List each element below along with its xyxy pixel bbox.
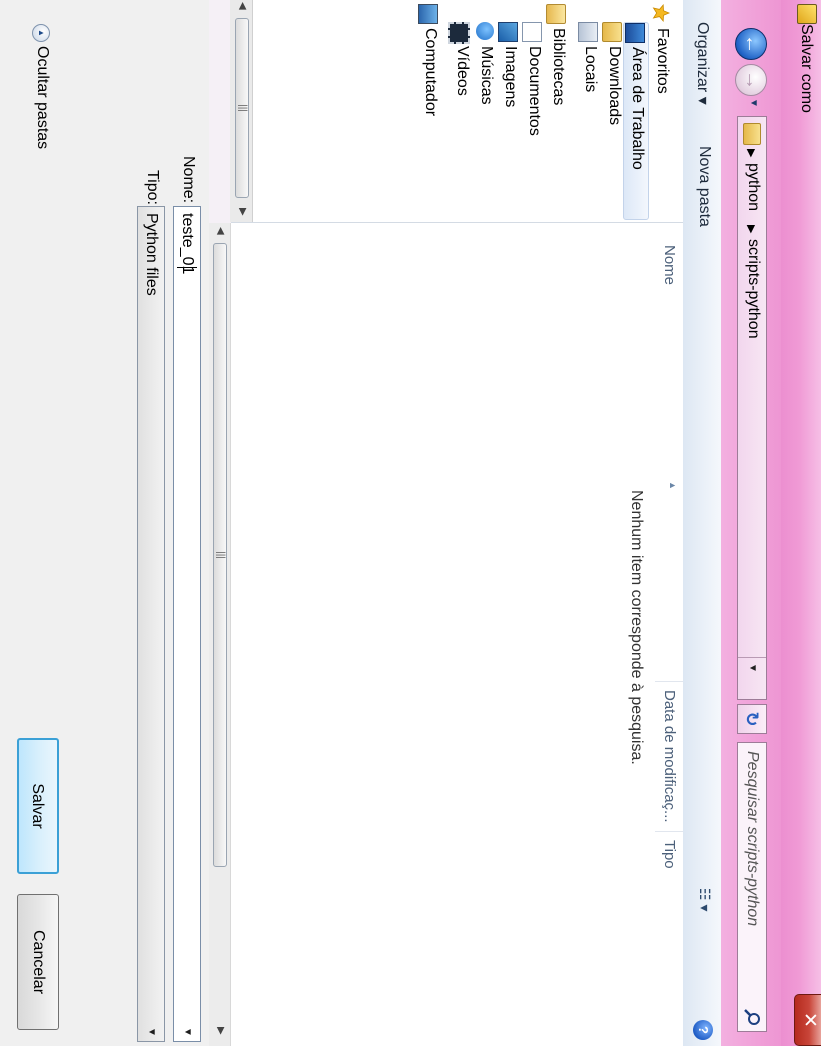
computer-icon: [418, 4, 438, 24]
documents-icon: [522, 22, 542, 42]
star-icon: [652, 4, 670, 22]
column-header-type[interactable]: Tipo: [655, 831, 683, 1040]
search-icon[interactable]: [742, 1007, 762, 1027]
back-button[interactable]: ←: [735, 28, 767, 60]
command-toolbar: Organizar ▾ Nova pasta ☷ ▾ ?: [682, 0, 721, 1046]
file-name-input[interactable]: teste_01 ▼: [173, 206, 201, 1042]
forward-button[interactable]: →: [735, 64, 767, 96]
navigation-pane: Favoritos Área de Trabalho Downloads Loc…: [231, 0, 683, 223]
change-view-button[interactable]: ☷ ▾: [691, 888, 713, 932]
breadcrumb-separator[interactable]: ▶: [745, 149, 758, 157]
scroll-left-arrow[interactable]: ◀: [215, 227, 226, 235]
navigation-pane-scrollbar[interactable]: ◀ ||| ▶: [230, 0, 253, 222]
file-list-scrollbar[interactable]: ◀ ||| ▶: [208, 223, 231, 1046]
sidebar-item-desktop[interactable]: Área de Trabalho: [623, 22, 649, 220]
search-box[interactable]: Pesquisar scripts-python: [737, 742, 767, 1032]
help-icon: ?: [696, 1026, 711, 1034]
view-grid-icon: ☷: [697, 888, 713, 901]
folder-icon: [743, 123, 761, 145]
save-form: Nome: teste_01 ▼ Tipo: Python files ▼ ▲ …: [0, 0, 209, 1046]
scroll-right-arrow[interactable]: ▶: [237, 208, 248, 216]
sidebar-item-label: Músicas: [478, 46, 495, 105]
sidebar-item-label: Área de Trabalho: [629, 47, 646, 170]
sidebar-item-label: Documentos: [526, 46, 543, 136]
arrow-right-icon: →: [741, 70, 763, 90]
libraries-icon: [546, 4, 566, 24]
text-cursor: [177, 267, 197, 268]
window-title: Salvar como: [798, 24, 815, 113]
downloads-folder-icon: [602, 22, 622, 42]
sidebar-item-label: Downloads: [606, 46, 623, 126]
search-input[interactable]: Pesquisar scripts-python: [743, 751, 761, 926]
refresh-button[interactable]: ↻: [737, 704, 767, 734]
breadcrumb-scripts-python[interactable]: scripts-python: [744, 239, 762, 339]
hide-folders-label[interactable]: Ocultar pastas: [33, 46, 51, 149]
places-icon: [578, 22, 598, 42]
navigation-bar: ← → ▼ ▶ python ▶ scripts-python ▼ ↻ Pesq…: [721, 0, 781, 1046]
address-bar[interactable]: ▶ python ▶ scripts-python ▼: [737, 116, 767, 700]
file-type-value[interactable]: Python files: [142, 213, 160, 296]
file-type-dropdown[interactable]: ▼: [138, 1023, 164, 1041]
column-header-label: Nome: [661, 245, 678, 286]
scrollbar-thumb[interactable]: |||: [235, 18, 249, 198]
scroll-right-arrow[interactable]: ▶: [215, 1027, 226, 1035]
sidebar-item-label: Locais: [582, 46, 599, 93]
sort-indicator-icon: ▲: [668, 481, 678, 490]
scrollbar-thumb[interactable]: |||: [213, 243, 227, 867]
file-type-select[interactable]: Python files ▼: [137, 206, 165, 1042]
breadcrumb-python[interactable]: python: [744, 163, 762, 211]
column-header-date[interactable]: Data de modificaç...: [655, 681, 683, 830]
sidebar-item-label: Favoritos: [654, 28, 671, 94]
help-button[interactable]: ?: [693, 1020, 713, 1040]
file-name-value[interactable]: teste_01: [178, 213, 196, 274]
scroll-left-arrow[interactable]: ◀: [237, 2, 248, 10]
close-button[interactable]: ✕: [794, 994, 821, 1046]
recent-pages-dropdown[interactable]: ▼: [748, 98, 759, 108]
sidebar-item-label: Bibliotecas: [550, 28, 567, 106]
app-icon: [797, 4, 817, 24]
desktop-icon: [625, 23, 645, 43]
cancel-button[interactable]: Cancelar: [17, 894, 59, 1030]
file-list: Nome ▲ Data de modificaç... Tipo Nenhum …: [231, 223, 683, 1046]
title-bar: Salvar como ✕: [781, 0, 821, 1046]
sidebar-item-label: Vídeos: [454, 46, 471, 96]
breadcrumb-separator[interactable]: ▶: [745, 225, 758, 233]
organize-button[interactable]: Organizar ▾: [693, 22, 713, 105]
new-folder-button[interactable]: Nova pasta: [695, 146, 713, 227]
file-name-dropdown[interactable]: ▼: [174, 1023, 200, 1041]
column-header-name[interactable]: Nome ▲: [655, 245, 683, 585]
pictures-icon: [498, 22, 518, 42]
address-dropdown[interactable]: ▼: [738, 657, 766, 678]
chevron-down-icon: ▾: [697, 904, 713, 912]
chevron-up-icon: ▲: [32, 24, 50, 42]
arrow-left-icon: ←: [741, 34, 763, 54]
empty-list-message: Nenhum item corresponde à pesquisa.: [628, 490, 645, 765]
save-button[interactable]: Salvar: [17, 738, 59, 874]
save-as-dialog: Salvar como ✕ ← → ▼ ▶ python ▶ scripts-p…: [0, 0, 821, 1046]
sidebar-item-label: Computador: [422, 28, 439, 117]
refresh-icon: ↻: [742, 711, 762, 727]
file-type-label: Tipo:: [144, 170, 161, 205]
videos-icon: [448, 22, 470, 44]
file-name-label: Nome:: [180, 156, 197, 204]
music-icon: [476, 22, 494, 40]
sidebar-item-label: Imagens: [502, 46, 519, 108]
